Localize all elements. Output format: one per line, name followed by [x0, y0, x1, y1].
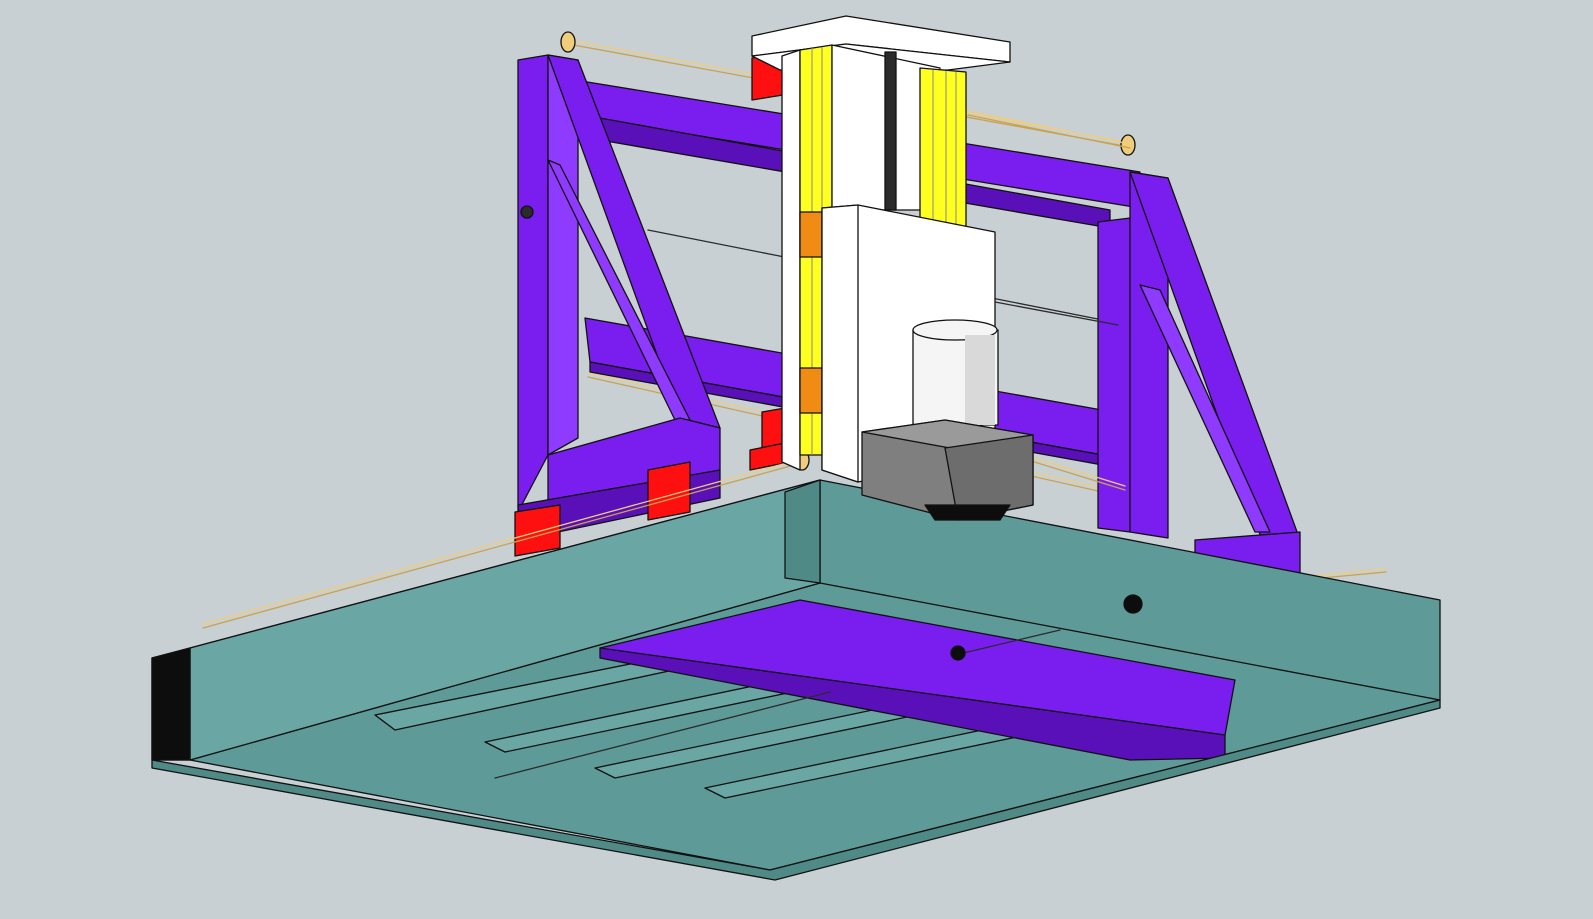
modeling-viewport[interactable] [0, 0, 1593, 919]
z-axis-lead-screw [884, 51, 897, 211]
table-end-shadow [151, 647, 191, 761]
z-axis-bearing-block-upper [799, 211, 823, 258]
spindle-motor [912, 319, 999, 426]
table-bolt-hole [1123, 594, 1143, 614]
cnc-router-3d-model [0, 0, 1593, 919]
frame-bolt-hole [520, 205, 534, 219]
z-axis-column-left [781, 49, 801, 471]
z-axis-slide-right [919, 67, 967, 236]
z-axis-bearing-block-lower [799, 367, 823, 414]
